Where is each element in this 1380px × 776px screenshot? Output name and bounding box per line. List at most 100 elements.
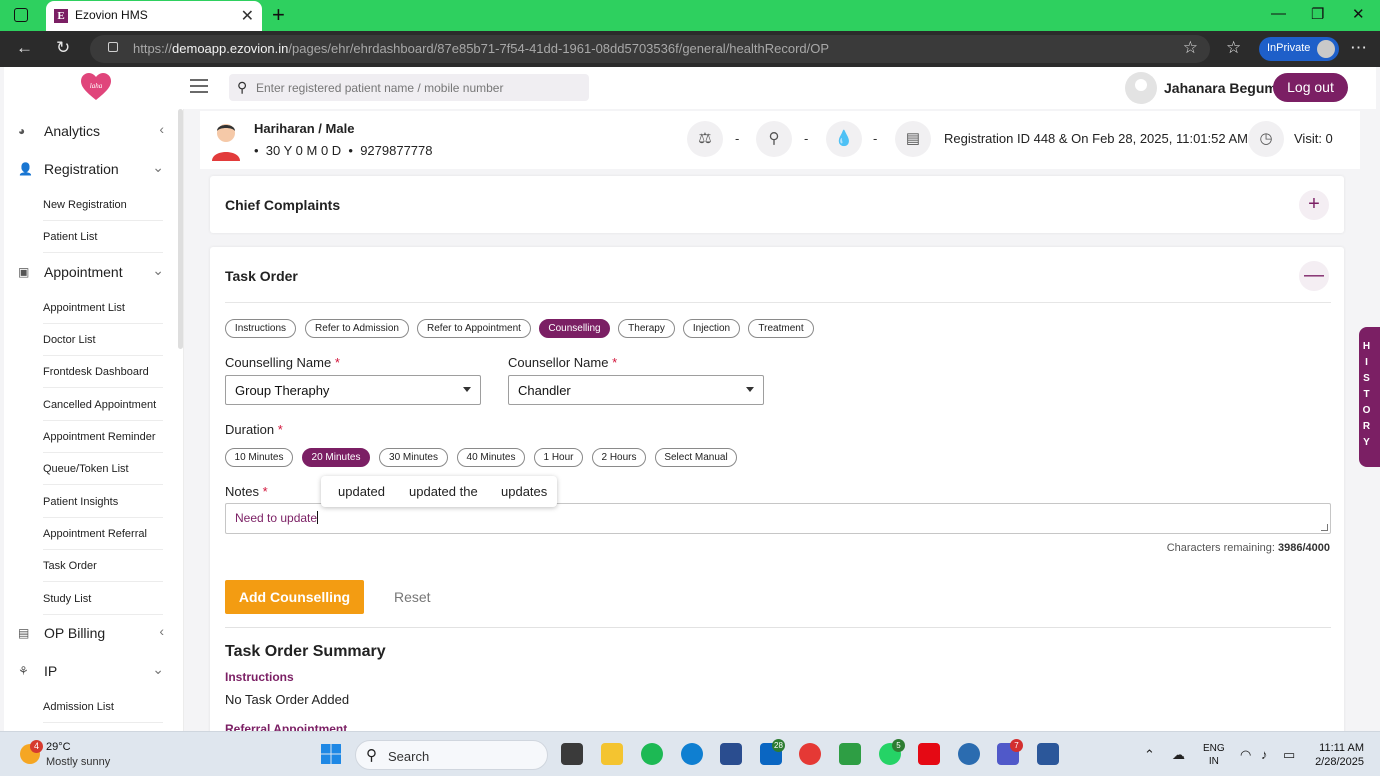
speaker-icon[interactable]: ♪ <box>1261 747 1268 762</box>
duration-select-manual[interactable]: Select Manual <box>655 448 737 467</box>
sidebar-item-cancelled-appointment[interactable]: Cancelled Appointment <box>43 389 163 421</box>
counselling-name-label: Counselling Name * <box>225 355 340 370</box>
tab-therapy[interactable]: Therapy <box>618 319 675 338</box>
favorite-star-icon[interactable]: ☆ <box>1183 38 1198 58</box>
sidebar-item-study-list[interactable]: Study List <box>43 583 163 615</box>
tab-refer-to-appointment[interactable]: Refer to Appointment <box>417 319 531 338</box>
tab-refer-to-admission[interactable]: Refer to Admission <box>305 319 409 338</box>
file-explorer-icon[interactable] <box>601 743 623 765</box>
duration-20-minutes[interactable]: 20 Minutes <box>302 448 370 467</box>
chief-complaints-title[interactable]: Chief Complaints <box>225 197 340 213</box>
sidebar-group-op-billing[interactable]: ▤ OP Billing ‹ <box>18 620 164 646</box>
sidebar-group-ip[interactable]: ⚘ IP ⌄ <box>18 658 164 684</box>
notes-textarea[interactable]: Need to update <box>225 503 1331 534</box>
lock-icon <box>108 42 118 52</box>
window-close-icon[interactable]: ✕ <box>1352 5 1365 23</box>
sidebar-item-patient-insights[interactable]: Patient Insights <box>43 486 163 518</box>
duration-40-minutes[interactable]: 40 Minutes <box>457 448 525 467</box>
windows-start-icon[interactable] <box>320 743 342 765</box>
sidebar-item-queue-token-list[interactable]: Queue/Token List <box>43 453 163 485</box>
sidebar-group-analytics[interactable]: ◕ Analytics ‹ <box>18 118 164 144</box>
charts-app-icon[interactable] <box>839 743 861 765</box>
logout-button[interactable]: Log out <box>1273 73 1348 102</box>
window-menu-icon[interactable] <box>14 8 28 22</box>
chevron-left-icon: ‹ <box>159 121 164 137</box>
counsellor-name-select[interactable]: Chandler <box>508 375 764 405</box>
weather-temp[interactable]: 29°C <box>46 741 71 753</box>
add-counselling-button[interactable]: Add Counselling <box>225 580 364 614</box>
height-icon[interactable]: ⚲ <box>756 121 792 157</box>
counselling-name-select[interactable]: Group Theraphy <box>225 375 481 405</box>
tab-counselling[interactable]: Counselling <box>539 319 610 338</box>
remote-desktop-icon[interactable] <box>958 743 980 765</box>
browser-tab[interactable]: E Ezovion HMS ✕ <box>46 1 262 31</box>
tray-overflow-chevron-icon[interactable]: ⌃ <box>1144 747 1155 763</box>
sidebar-item-doctor-list[interactable]: Doctor List <box>43 324 163 356</box>
suggestion-item[interactable]: updated <box>338 484 385 499</box>
duration-10-minutes[interactable]: 10 Minutes <box>225 448 293 467</box>
sidebar-item-new-registration[interactable]: New Registration <box>43 189 163 221</box>
pie-chart-icon: ◕ <box>18 124 26 138</box>
chrome-icon[interactable] <box>799 743 821 765</box>
sidebar-item-appointment-referral[interactable]: Appointment Referral <box>43 518 163 550</box>
sidebar-group-registration[interactable]: 👤 Registration ⌄ <box>18 156 164 182</box>
duration-30-minutes[interactable]: 30 Minutes <box>379 448 448 467</box>
new-tab-icon[interactable]: + <box>272 2 285 28</box>
tab-injection[interactable]: Injection <box>683 319 740 338</box>
user-name[interactable]: Jahanara Begum <box>1164 80 1277 96</box>
reset-button[interactable]: Reset <box>394 589 431 605</box>
sidebar-scrollbar[interactable] <box>178 109 183 349</box>
sidebar-item-admission-list[interactable]: Admission List <box>43 691 163 723</box>
netflix-icon[interactable] <box>918 743 940 765</box>
battery-icon[interactable]: ▭ <box>1283 747 1295 763</box>
scale-icon[interactable]: ⚖ <box>687 121 723 157</box>
hamburger-menu-icon[interactable] <box>190 79 208 97</box>
more-menu-icon[interactable]: ⋯ <box>1350 38 1367 58</box>
refresh-icon[interactable]: ↻ <box>56 38 70 58</box>
main-content: Hariharan / Male • 30 Y 0 M 0 D • 927987… <box>184 109 1364 731</box>
mysql-workbench-icon[interactable] <box>720 743 742 765</box>
word-icon[interactable] <box>1037 743 1059 765</box>
resize-grip-icon[interactable] <box>1321 524 1328 531</box>
user-avatar-icon[interactable] <box>1125 72 1157 104</box>
cloud-sync-icon[interactable]: ☁ <box>1172 747 1185 763</box>
history-side-tab[interactable]: H I S T O R Y <box>1359 327 1380 467</box>
taskbar-search[interactable]: ⚲ Search <box>355 740 548 770</box>
system-clock[interactable]: 11:11 AM 2/28/2025 <box>1312 741 1364 769</box>
expand-plus-icon[interactable]: + <box>1299 190 1329 220</box>
task-order-summary-title: Task Order Summary <box>225 643 386 660</box>
weather-condition[interactable]: Mostly sunny <box>46 756 110 768</box>
collapse-minus-icon[interactable]: — <box>1299 261 1329 291</box>
sidebar-item-frontdesk-dashboard[interactable]: Frontdesk Dashboard <box>43 356 163 388</box>
blood-drop-icon[interactable]: 💧 <box>826 121 862 157</box>
registration-doc-icon[interactable]: ▤ <box>895 121 931 157</box>
tab-close-icon[interactable]: ✕ <box>241 6 254 26</box>
patient-search-input[interactable] <box>256 78 576 97</box>
inprivate-badge[interactable]: InPrivate <box>1259 37 1339 61</box>
favorites-icon[interactable]: ☆ <box>1226 38 1241 58</box>
task-view-icon[interactable] <box>561 743 583 765</box>
minimize-icon[interactable]: — <box>1271 5 1286 22</box>
sidebar-item-appointment-list[interactable]: Appointment List <box>43 292 163 324</box>
sidebar-item-patient-list[interactable]: Patient List <box>43 221 163 253</box>
wifi-icon[interactable]: ◠ <box>1240 747 1251 763</box>
sidebar-item-appointment-reminder[interactable]: Appointment Reminder <box>43 421 163 453</box>
suggestion-item[interactable]: updates <box>501 484 547 499</box>
back-icon[interactable]: ← <box>16 38 33 58</box>
duration-1-hour[interactable]: 1 Hour <box>534 448 583 467</box>
laha-heart-logo-icon[interactable]: laha <box>80 73 112 101</box>
edge-icon[interactable] <box>681 743 703 765</box>
tab-title: Ezovion HMS <box>75 8 148 22</box>
sidebar-item-task-order[interactable]: Task Order <box>43 550 163 582</box>
tab-instructions[interactable]: Instructions <box>225 319 296 338</box>
summary-instructions-heading: Instructions <box>225 670 294 684</box>
url-field[interactable]: https://demoapp.ezovion.in/pages/ehr/ehr… <box>90 35 1210 63</box>
input-language[interactable]: ENG IN <box>1203 742 1225 768</box>
suggestion-item[interactable]: updated the <box>409 484 478 499</box>
tab-treatment[interactable]: Treatment <box>748 319 814 338</box>
spotify-icon[interactable] <box>641 743 663 765</box>
restore-icon[interactable]: ❐ <box>1311 5 1324 23</box>
duration-2-hours[interactable]: 2 Hours <box>592 448 646 467</box>
visit-clock-icon[interactable]: ◷ <box>1248 121 1284 157</box>
sidebar-group-appointment[interactable]: ▣ Appointment ⌄ <box>18 259 164 285</box>
